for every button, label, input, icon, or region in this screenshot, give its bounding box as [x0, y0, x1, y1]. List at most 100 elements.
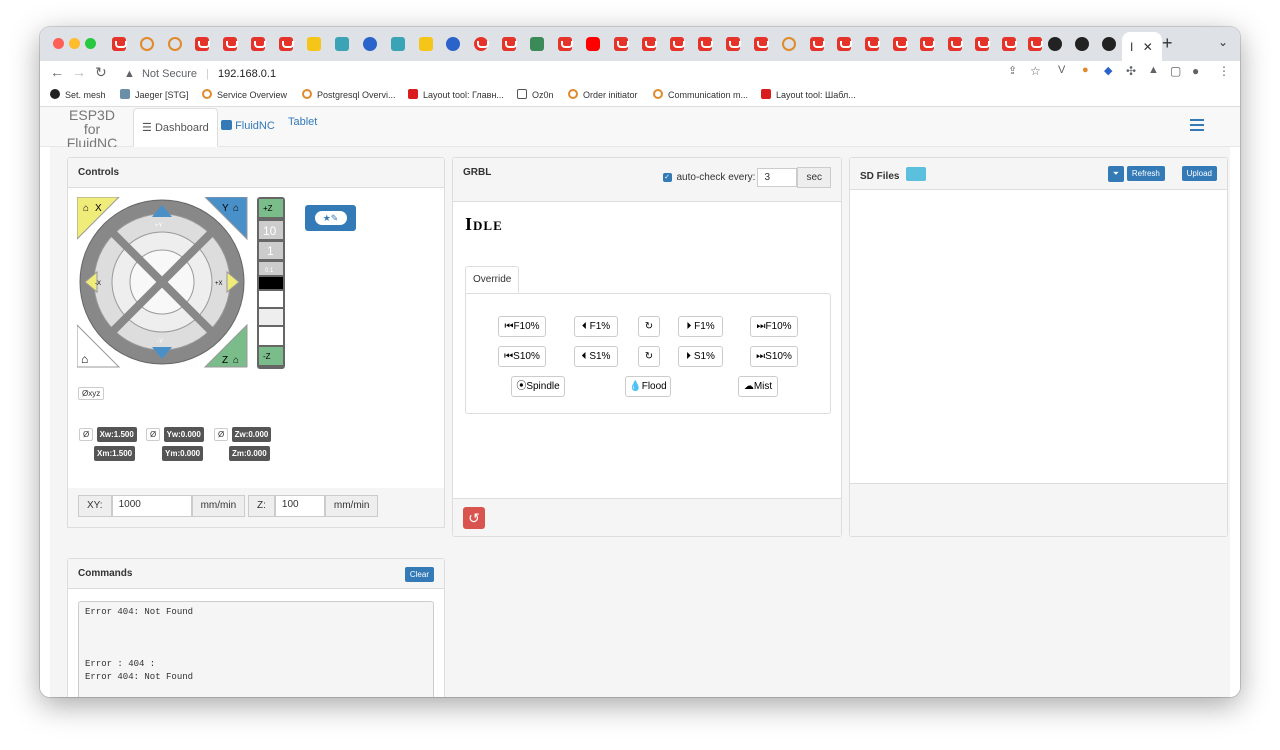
- tab-favicon-icon[interactable]: [670, 37, 685, 51]
- feed-plus-1-button[interactable]: ⏵ F1%: [678, 316, 723, 337]
- feed-minus-10-button[interactable]: ⏮F10%: [498, 316, 546, 337]
- spindle-button[interactable]: ⦿Spindle: [511, 376, 565, 397]
- tab-favicon-icon[interactable]: [307, 37, 321, 51]
- tab-favicon-icon[interactable]: [920, 37, 935, 51]
- tab-favicon-icon[interactable]: [698, 37, 713, 51]
- puzzle-extensions-icon[interactable]: ✣: [1126, 64, 1136, 78]
- security-label[interactable]: Not Secure: [142, 68, 197, 80]
- extension-v-icon[interactable]: V: [1058, 64, 1065, 76]
- tab-favicon-icon[interactable]: [474, 37, 489, 51]
- tab-favicon-icon[interactable]: [223, 37, 238, 51]
- tab-favicon-icon[interactable]: [195, 37, 210, 51]
- tab-favicon-icon[interactable]: [754, 37, 769, 51]
- tab-favicon-icon[interactable]: [1028, 37, 1043, 51]
- bookmark-item[interactable]: Postgresql Overvi...: [302, 89, 396, 100]
- bookmark-item[interactable]: Oz0n: [517, 89, 554, 100]
- refresh-button[interactable]: Refresh: [1126, 166, 1165, 181]
- upload-button[interactable]: Upload: [1181, 166, 1217, 181]
- sd-card-icon[interactable]: [906, 167, 927, 181]
- bookmark-item[interactable]: Layout tool: Шабл...: [761, 89, 856, 100]
- tab-favicon-icon[interactable]: [112, 37, 127, 51]
- close-window-button[interactable]: [53, 38, 64, 49]
- tab-favicon-icon[interactable]: [140, 37, 154, 51]
- flood-button[interactable]: 💧Flood: [625, 376, 671, 397]
- profile-avatar-icon[interactable]: ●: [1192, 64, 1199, 78]
- speed-plus-1-button[interactable]: ⏵ S1%: [678, 346, 723, 367]
- tab-favicon-icon[interactable]: [419, 37, 433, 51]
- feed-z-input[interactable]: 100: [274, 495, 325, 517]
- extension-cookie-icon[interactable]: ●: [1082, 64, 1089, 76]
- tab-fluidnc[interactable]: FluidNC: [213, 108, 283, 147]
- feed-minus-1-button[interactable]: ⏴ F1%: [574, 316, 618, 337]
- bookmark-star-icon[interactable]: ☆: [1030, 64, 1041, 78]
- tab-favicon-icon[interactable]: [391, 37, 405, 51]
- tab-override[interactable]: Override: [465, 266, 520, 293]
- share-icon[interactable]: ⇪: [1008, 64, 1017, 77]
- extension-translate-icon[interactable]: ◆: [1104, 64, 1112, 77]
- bookmark-item[interactable]: Service Overview: [202, 89, 287, 100]
- lab-flask-icon[interactable]: ▲: [1148, 64, 1159, 76]
- close-tab-icon[interactable]: ✕: [1143, 40, 1153, 54]
- address-bar[interactable]: ▲ Not Secure | 192.168.0.1: [114, 61, 1144, 87]
- reload-icon[interactable]: ↻: [95, 64, 107, 81]
- github-tab-icon[interactable]: [1102, 37, 1116, 51]
- tab-favicon-icon[interactable]: [1048, 37, 1062, 51]
- tab-favicon-icon[interactable]: [782, 37, 796, 51]
- tab-search-icon[interactable]: ⌄: [1218, 35, 1228, 49]
- tab-dashboard[interactable]: ☰ Dashboard: [133, 108, 218, 147]
- z-step-white[interactable]: [259, 291, 283, 307]
- feed-xy-input[interactable]: 1000: [111, 495, 192, 517]
- tab-favicon-icon[interactable]: [893, 37, 908, 51]
- autocheck-interval-input[interactable]: 3: [757, 168, 798, 187]
- browser-menu-icon[interactable]: ⋮: [1218, 64, 1230, 78]
- tab-tablet[interactable]: Tablet: [280, 108, 325, 147]
- new-tab-button[interactable]: +: [1162, 33, 1173, 54]
- maximize-window-button[interactable]: [85, 38, 96, 49]
- tab-favicon-icon[interactable]: [586, 37, 600, 51]
- tab-favicon-icon[interactable]: [614, 37, 629, 51]
- forward-icon[interactable]: →: [72, 64, 86, 80]
- speed-minus-10-button[interactable]: ⏮S10%: [498, 346, 546, 367]
- tab-favicon-icon[interactable]: [810, 37, 825, 51]
- tab-favicon-icon[interactable]: [168, 37, 182, 51]
- url-text[interactable]: 192.168.0.1: [218, 68, 276, 80]
- bookmark-item[interactable]: Communication m...: [653, 89, 748, 100]
- zero-z-button[interactable]: Ø: [214, 428, 229, 441]
- speed-plus-10-button[interactable]: ⏭S10%: [750, 346, 798, 367]
- menu-toggle-icon[interactable]: [1190, 119, 1204, 134]
- bookmark-item[interactable]: Set. mesh: [50, 89, 106, 100]
- zero-xyz-button[interactable]: Øxyz: [78, 387, 105, 400]
- feed-reset-button[interactable]: ↻: [638, 316, 660, 337]
- tab-favicon-icon[interactable]: [558, 37, 573, 51]
- tab-favicon-icon[interactable]: [837, 37, 852, 51]
- tab-favicon-icon[interactable]: [948, 37, 963, 51]
- bookmark-item[interactable]: Jaeger [STG]: [120, 89, 189, 100]
- tab-favicon-icon[interactable]: [446, 37, 460, 51]
- tab-favicon-icon[interactable]: [502, 37, 517, 51]
- clear-button[interactable]: Clear: [404, 567, 434, 582]
- tab-favicon-icon[interactable]: [363, 37, 377, 51]
- mist-button[interactable]: ☁Mist: [738, 376, 778, 397]
- macro-edit-button[interactable]: ★✎: [305, 205, 356, 231]
- tab-favicon-icon[interactable]: [642, 37, 657, 51]
- warning-icon[interactable]: ▲: [124, 68, 135, 80]
- back-icon[interactable]: ←: [50, 64, 64, 80]
- active-tab[interactable]: I ✕: [1122, 32, 1162, 61]
- feed-plus-10-button[interactable]: ⏭F10%: [750, 316, 798, 337]
- github-tab-icon[interactable]: [1075, 37, 1089, 51]
- z-step-black[interactable]: [259, 277, 283, 289]
- tab-favicon-icon[interactable]: [251, 37, 266, 51]
- tab-favicon-icon[interactable]: [1002, 37, 1017, 51]
- tab-favicon-icon[interactable]: [726, 37, 741, 51]
- tab-favicon-icon[interactable]: [335, 37, 349, 51]
- speed-minus-1-button[interactable]: ⏴ S1%: [574, 346, 618, 367]
- bookmark-item[interactable]: Layout tool: Главн...: [408, 89, 504, 100]
- minimize-window-button[interactable]: [69, 38, 80, 49]
- command-log[interactable]: Error 404: Not Found Error : 404 : Error…: [78, 601, 434, 697]
- sidepanel-icon[interactable]: ▢: [1170, 64, 1181, 78]
- tab-favicon-icon[interactable]: [865, 37, 880, 51]
- app-brand[interactable]: ESP3D for FluidNC: [60, 108, 124, 150]
- bookmark-item[interactable]: Order initiator: [568, 89, 638, 100]
- z-step-white-2[interactable]: [259, 327, 283, 345]
- tab-favicon-icon[interactable]: [975, 37, 990, 51]
